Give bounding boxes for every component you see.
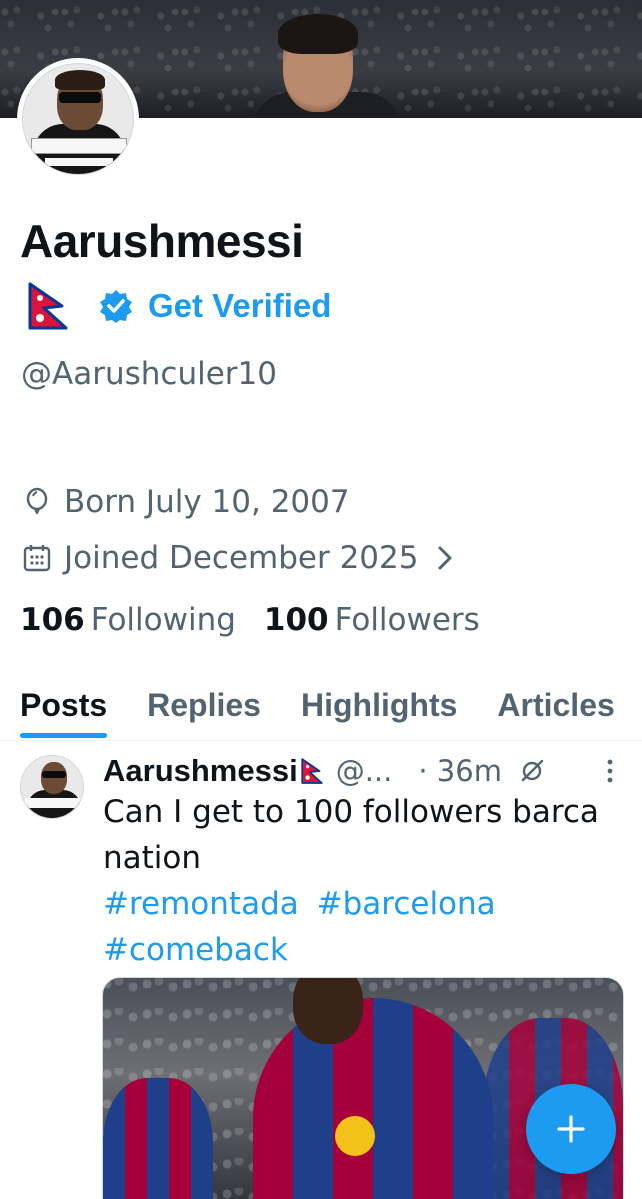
post-avatar-caption — [25, 798, 81, 808]
compose-button[interactable] — [526, 1084, 616, 1174]
post-author-handle[interactable]: @... — [336, 754, 393, 788]
profile-handle: @Aarushculer10 — [21, 356, 277, 392]
get-verified-link[interactable]: Get Verified — [148, 287, 331, 325]
avatar-glasses — [59, 92, 101, 103]
profile-name: Aarushmessi — [20, 215, 304, 267]
plus-icon — [557, 1115, 585, 1143]
post-timestamp[interactable]: · 36m — [418, 754, 502, 788]
following-label[interactable]: Following — [91, 602, 236, 638]
grok-icon[interactable] — [518, 757, 546, 785]
tab-posts-label: Posts — [20, 687, 108, 723]
hashtag-link[interactable]: #remontada — [103, 886, 299, 922]
media-player-head — [293, 978, 363, 1044]
balloon-icon — [26, 487, 48, 515]
tab-replies[interactable]: Replies — [127, 680, 281, 740]
joined-text: Joined December 2025 — [64, 540, 419, 576]
tab-highlights[interactable]: Highlights — [281, 680, 477, 740]
avatar-hair — [55, 70, 105, 90]
more-vertical-icon[interactable] — [600, 757, 620, 785]
post-avatar-face — [41, 762, 67, 794]
hashtag-link[interactable]: #barcelona — [317, 886, 496, 922]
born-text: Born July 10, 2007 — [64, 484, 350, 520]
joined-row[interactable]: Joined December 2025 — [22, 540, 456, 576]
verify-row: Get Verified — [26, 282, 331, 330]
profile-tabs: Posts Replies Highlights Articles — [0, 680, 642, 740]
avatar-caption-2 — [45, 158, 113, 166]
post-avatar-glasses — [42, 771, 66, 778]
tab-active-indicator — [20, 733, 108, 738]
tab-articles[interactable]: Articles — [477, 680, 634, 740]
post-text: Can I get to 100 followers barca nation — [103, 794, 599, 876]
tab-highlights-label: Highlights — [300, 687, 458, 723]
tab-articles-label: Articles — [497, 687, 615, 723]
nepal-flag-icon — [301, 758, 323, 784]
banner-player-hair — [278, 14, 358, 54]
born-row: Born July 10, 2007 — [22, 484, 350, 520]
avatar-caption — [31, 138, 127, 154]
followers-count[interactable]: 100 — [264, 602, 329, 638]
following-count[interactable]: 106 — [20, 602, 85, 638]
followers-label[interactable]: Followers — [335, 602, 480, 638]
media-player-left — [103, 1078, 213, 1199]
hashtag-link[interactable]: #comeback — [103, 932, 288, 968]
tab-replies-label: Replies — [147, 687, 261, 723]
post-header: Aarushmessi @... · 36m — [103, 751, 546, 791]
post-author-name[interactable]: Aarushmessi — [103, 753, 298, 789]
chevron-right-icon[interactable] — [434, 544, 456, 572]
media-sponsor-logo — [335, 1116, 375, 1156]
post-hashtags: #remontada #barcelona #comeback — [103, 881, 623, 973]
profile-avatar[interactable] — [17, 58, 139, 180]
tab-posts[interactable]: Posts — [0, 680, 127, 740]
nepal-flag-icon — [28, 282, 68, 330]
calendar-icon — [23, 545, 51, 572]
verified-badge-icon[interactable] — [98, 288, 134, 324]
avatar-image — [22, 63, 134, 175]
post-author-avatar[interactable] — [20, 755, 84, 819]
follow-stats: 106 Following 100 Followers — [20, 602, 508, 638]
